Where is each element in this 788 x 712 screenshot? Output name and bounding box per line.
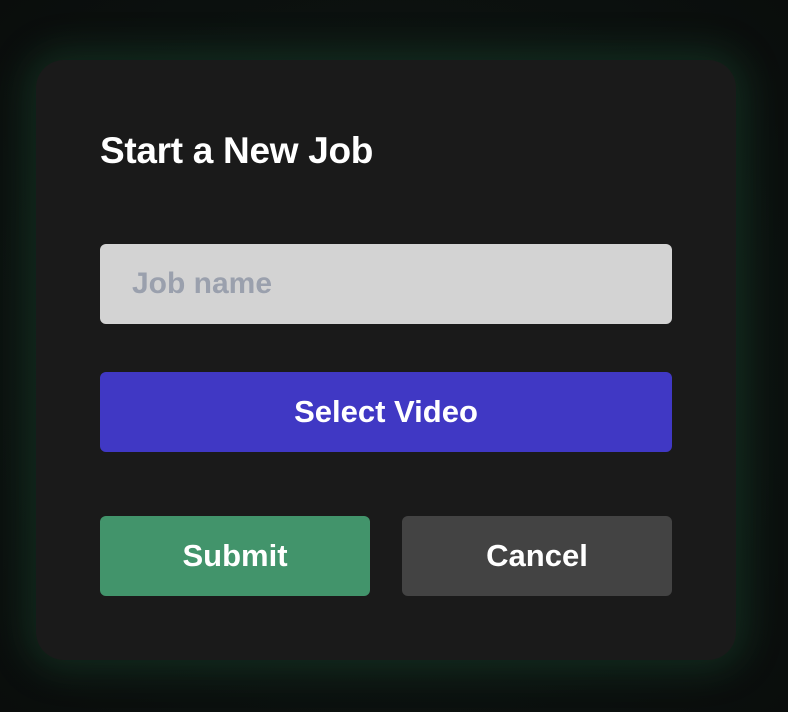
new-job-dialog: Start a New Job Select Video Submit Canc… (36, 60, 736, 660)
select-video-button[interactable]: Select Video (100, 372, 672, 452)
cancel-button[interactable]: Cancel (402, 516, 672, 596)
dialog-title: Start a New Job (100, 130, 374, 171)
submit-button[interactable]: Submit (100, 516, 370, 596)
job-name-input[interactable] (100, 244, 672, 324)
